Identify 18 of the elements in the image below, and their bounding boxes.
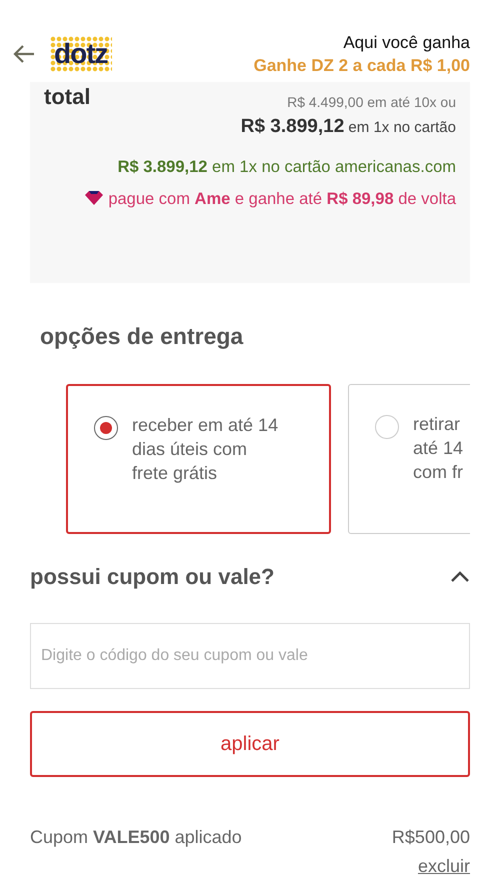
total-label: total xyxy=(44,84,90,110)
header-subtitle: Ganhe DZ 2 a cada R$ 1,00 xyxy=(254,56,470,76)
apply-button[interactable]: aplicar xyxy=(30,711,470,777)
cash-price: R$ 3.899,12 em 1x no cartão xyxy=(240,116,456,138)
section-title: opções de entrega xyxy=(40,323,244,350)
coupon-input-field[interactable]: Digite o código do seu cupom ou vale xyxy=(30,623,470,689)
coupon-amount: R$500,00 xyxy=(392,827,470,848)
card-offer: R$ 3.899,12 em 1x no cartão americanas.com xyxy=(118,158,456,177)
ame-offer: pague com Ame e ganhe até R$ 89,98 de volta xyxy=(84,185,456,214)
option-label: retirar até 14 com fr xyxy=(413,413,464,484)
installment-price: R$ 4.499,00 em até 10x ou xyxy=(287,94,456,110)
coupon-title: possui cupom ou vale? xyxy=(30,564,274,590)
delivery-option[interactable]: retirar até 14 com fr xyxy=(348,384,470,534)
delivery-option[interactable]: receber em até 14 dias úteis com frete grátis xyxy=(66,384,331,534)
option-label: receber em até 14 dias úteis com frete grátis xyxy=(132,414,278,485)
applied-coupon-text: Cupom VALE500 aplicado xyxy=(30,827,242,848)
header-title: Aqui você ganha xyxy=(343,32,470,52)
remove-link[interactable]: excluir xyxy=(418,856,470,877)
